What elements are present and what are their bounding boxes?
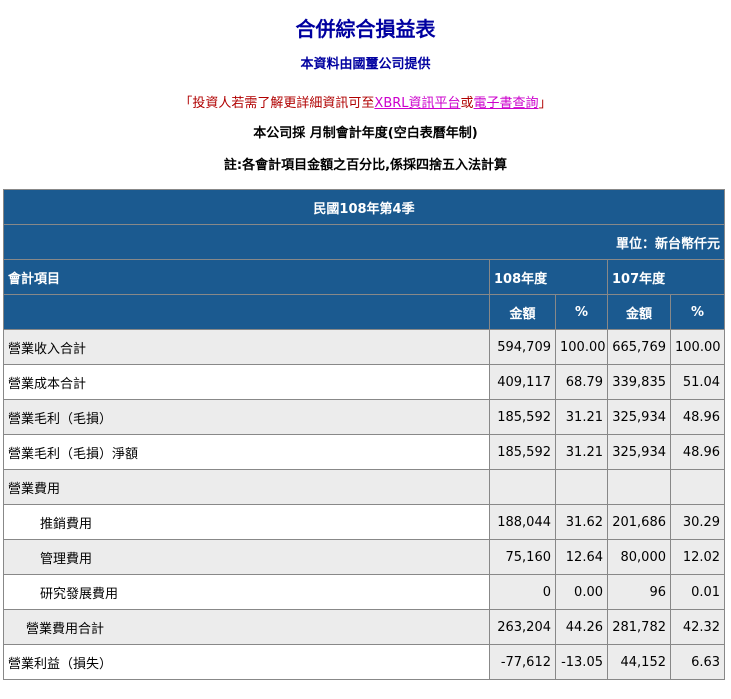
amount-107: [607, 469, 671, 505]
col-header-pct-107: %: [669, 294, 726, 330]
table-row: 推銷費用 188,044 31.62 201,686 30.29: [3, 504, 726, 540]
notice-suffix: 」: [538, 96, 552, 111]
amount-108: [489, 469, 556, 505]
pct-107: 42.32: [669, 609, 726, 645]
pct-108: 31.21: [555, 399, 608, 435]
table-row: 營業毛利（毛損）淨額 185,592 31.21 325,934 48.96: [3, 434, 726, 470]
provider-line: 本資料由國璽公司提供: [300, 57, 431, 72]
xbrl-platform-link[interactable]: XBRL資訊平台: [374, 96, 460, 111]
col-header-pct-108: %: [555, 294, 608, 330]
table-row: 營業利益（損失） -77,612 -13.05 44,152 6.63: [3, 644, 726, 680]
col-header-year-107: 107年度: [606, 259, 726, 295]
period-row: 民國108年第4季: [2, 189, 726, 225]
col-header-amount-107: 金額: [607, 294, 671, 330]
sub-header-blank: [3, 294, 490, 330]
amount-108: 263,204: [489, 609, 556, 645]
table-row: 營業費用: [3, 469, 726, 505]
column-header-row: 會計項目 108年度 107年度: [3, 259, 726, 295]
row-label: 營業毛利（毛損）淨額: [3, 434, 490, 470]
amount-107: 325,934: [607, 434, 671, 470]
amount-107: 665,769: [607, 329, 671, 365]
pct-108: 31.21: [555, 434, 608, 470]
row-label: 營業費用: [3, 469, 490, 505]
table-row: 營業費用合計 263,204 44.26 281,782 42.32: [3, 609, 726, 645]
amount-107: 96: [607, 574, 671, 610]
notice-or: 或: [460, 96, 474, 111]
amount-108: 188,044: [489, 504, 556, 540]
pct-107: 0.01: [669, 574, 726, 610]
amount-108: 75,160: [489, 539, 556, 575]
page-title: 合併綜合損益表: [295, 17, 436, 41]
pct-107: 12.02: [669, 539, 726, 575]
row-label: 營業收入合計: [3, 329, 490, 365]
table-row: 營業毛利（毛損） 185,592 31.21 325,934 48.96: [3, 399, 726, 435]
amount-107: 44,152: [607, 644, 671, 680]
sub-header-row: 金額 % 金額 %: [3, 294, 726, 330]
table-row: 營業收入合計 594,709 100.00 665,769 100.00: [3, 329, 726, 365]
pct-107: [669, 469, 726, 505]
amount-108: 409,117: [489, 364, 556, 400]
pct-107: 6.63: [669, 644, 726, 680]
pct-108: 68.79: [555, 364, 608, 400]
amount-107: 80,000: [607, 539, 671, 575]
pct-107: 30.29: [669, 504, 726, 540]
table-row: 研究發展費用 0 0.00 96 0.01: [3, 574, 726, 610]
xbrl-notice: 「投資人若需了解更詳細資訊可至XBRL資訊平台或電子書查詢」: [0, 93, 731, 115]
amount-108: 185,592: [489, 399, 556, 435]
table-row: 管理費用 75,160 12.64 80,000 12.02: [3, 539, 726, 575]
row-label: 推銷費用: [3, 504, 490, 540]
col-header-year-108: 108年度: [489, 259, 608, 295]
pct-108: -13.05: [555, 644, 608, 680]
pct-107: 48.96: [669, 399, 726, 435]
pct-107: 48.96: [669, 434, 726, 470]
fiscal-year-note: 本公司採 月制會計年度(空白表曆年制): [253, 126, 478, 141]
rounding-note: 註:各會計項目金額之百分比,係採四捨五入法計算: [223, 158, 508, 173]
pct-107: 51.04: [669, 364, 726, 400]
unit-cell: 單位：新台幣仟元: [2, 224, 726, 260]
pct-108: [555, 469, 608, 505]
row-label: 管理費用: [3, 539, 490, 575]
amount-108: 185,592: [489, 434, 556, 470]
row-label: 營業利益（損失）: [3, 644, 490, 680]
row-label: 營業費用合計: [3, 609, 490, 645]
income-statement-table: 民國108年第4季 單位：新台幣仟元 會計項目 108年度 107年度 金額 %…: [2, 189, 726, 680]
row-label: 營業毛利（毛損）: [3, 399, 490, 435]
amount-108: -77,612: [489, 644, 556, 680]
amount-107: 201,686: [607, 504, 671, 540]
notice-prefix: 「投資人若需了解更詳細資訊可至: [179, 96, 375, 111]
row-label: 研究發展費用: [3, 574, 490, 610]
col-header-item: 會計項目: [3, 259, 490, 295]
amount-108: 0: [489, 574, 556, 610]
amount-108: 594,709: [489, 329, 556, 365]
table-row: 營業成本合計 409,117 68.79 339,835 51.04: [3, 364, 726, 400]
pct-108: 0.00: [555, 574, 608, 610]
unit-row: 單位：新台幣仟元: [2, 224, 726, 260]
amount-107: 325,934: [607, 399, 671, 435]
pct-108: 12.64: [555, 539, 608, 575]
report-header: 合併綜合損益表 本資料由國璽公司提供 「投資人若需了解更詳細資訊可至XBRL資訊…: [0, 0, 731, 177]
row-label: 營業成本合計: [3, 364, 490, 400]
pct-108: 100.00: [555, 329, 608, 365]
amount-107: 281,782: [607, 609, 671, 645]
col-header-amount-108: 金額: [489, 294, 556, 330]
ebook-query-link[interactable]: 電子書查詢: [474, 96, 539, 111]
pct-108: 31.62: [555, 504, 608, 540]
amount-107: 339,835: [607, 364, 671, 400]
period-cell: 民國108年第4季: [2, 189, 726, 225]
pct-108: 44.26: [555, 609, 608, 645]
pct-107: 100.00: [669, 329, 726, 365]
